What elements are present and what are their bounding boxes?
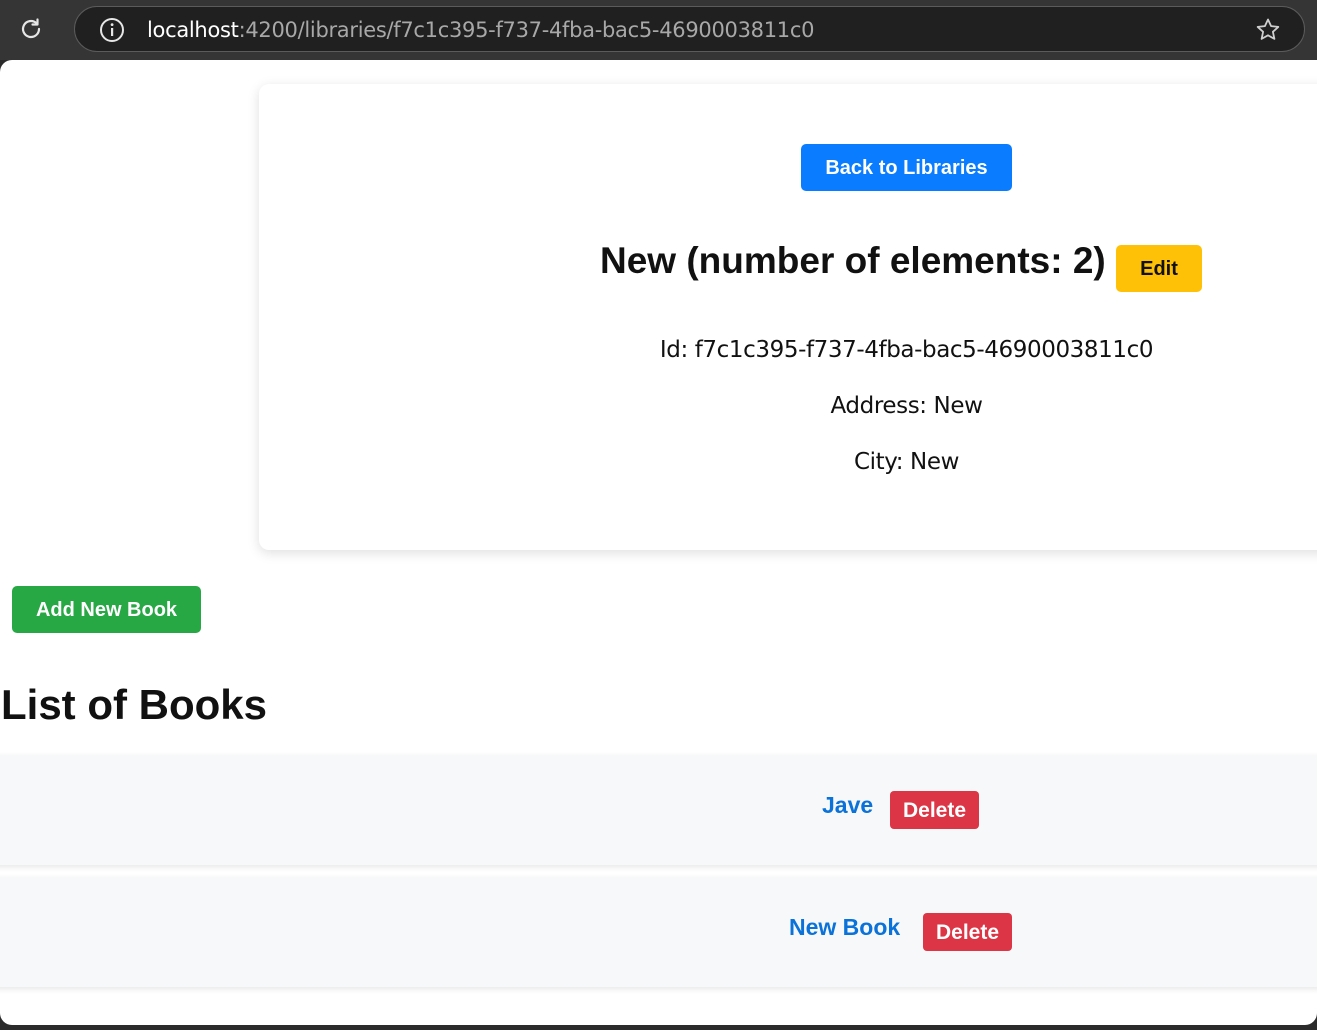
- book-link[interactable]: New Book: [789, 914, 900, 941]
- url-host: localhost: [147, 18, 239, 42]
- books-list-heading: List of Books: [1, 681, 268, 728]
- library-city: City: New: [853, 449, 960, 475]
- back-to-libraries-button[interactable]: Back to Libraries: [801, 144, 1012, 191]
- delete-book-button[interactable]: Delete: [890, 791, 979, 829]
- browser-toolbar: localhost:4200/libraries/f7c1c395-f737-4…: [0, 0, 1317, 60]
- delete-book-button[interactable]: Delete: [923, 913, 1012, 951]
- info-icon[interactable]: [99, 17, 125, 43]
- library-address: Address: New: [830, 393, 983, 419]
- url-text[interactable]: localhost:4200/libraries/f7c1c395-f737-4…: [147, 18, 814, 42]
- edit-button[interactable]: Edit: [1116, 245, 1202, 292]
- address-bar[interactable]: localhost:4200/libraries/f7c1c395-f737-4…: [74, 6, 1305, 52]
- book-list-item: New Book Delete: [0, 877, 1317, 987]
- book-link[interactable]: Jave: [822, 792, 873, 819]
- book-list-item: Jave Delete: [0, 755, 1317, 865]
- library-id: Id: f7c1c395-f737-4fba-bac5-4690003811c0: [659, 337, 1154, 363]
- url-path: :4200/libraries/f7c1c395-f737-4fba-bac5-…: [238, 18, 815, 42]
- add-new-book-button[interactable]: Add New Book: [12, 586, 201, 633]
- page-viewport: Back to Libraries New (number of element…: [0, 60, 1317, 1025]
- library-title: New (number of elements: 2): [600, 240, 1106, 281]
- reload-icon: [18, 16, 44, 47]
- reload-button[interactable]: [14, 14, 48, 48]
- star-icon[interactable]: [1254, 16, 1282, 44]
- library-details-card: Back to Libraries New (number of element…: [259, 84, 1317, 550]
